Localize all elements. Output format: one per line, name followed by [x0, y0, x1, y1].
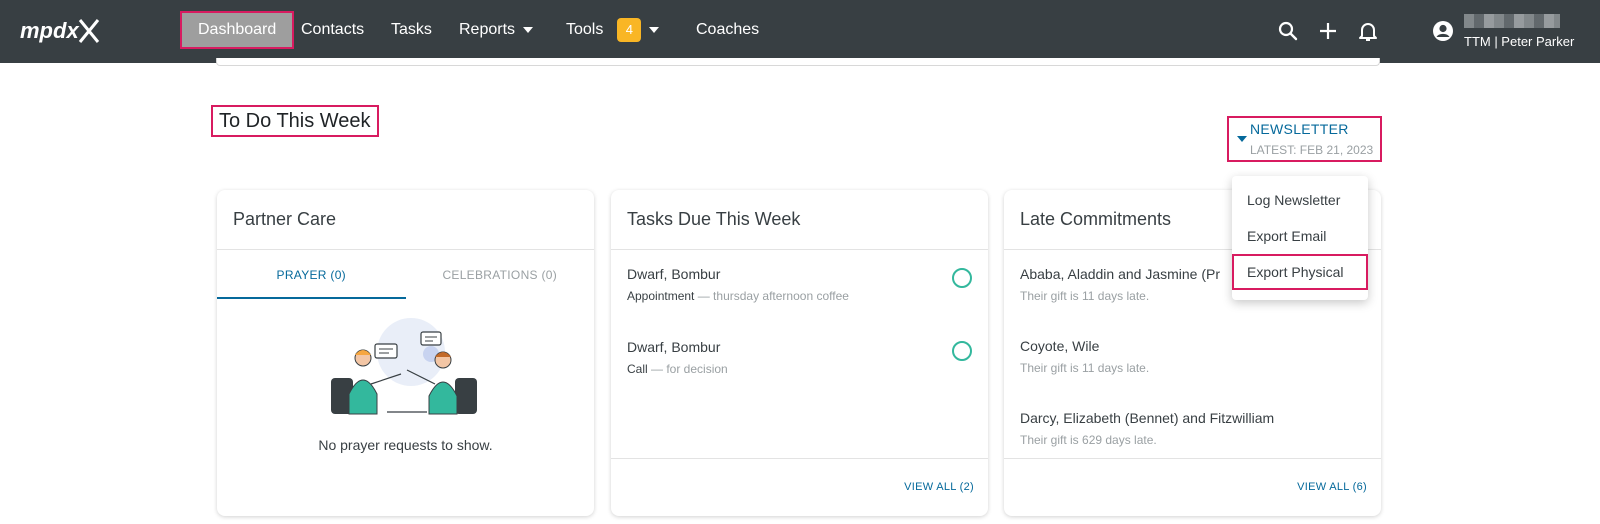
task-row[interactable]: Dwarf, Bombur Appointment — thursday aft… — [627, 266, 972, 326]
nav-reports[interactable]: Reports — [459, 11, 534, 49]
newsletter-menu: Log Newsletter Export Email Export Physi… — [1232, 176, 1368, 300]
caret-down-icon — [1237, 136, 1247, 142]
newsletter-latest-date: LATEST: FEB 21, 2023 — [1250, 143, 1374, 157]
complete-task-circle-icon[interactable] — [952, 341, 972, 361]
logo-mark-icon: mpdx — [20, 18, 100, 43]
card-title: Tasks Due This Week — [627, 209, 801, 229]
partner-care-tabs: PRAYER (0) CELEBRATIONS (0) — [217, 251, 594, 299]
late-status: Their gift is 11 days late. — [1020, 361, 1150, 375]
menu-item-export-physical[interactable]: Export Physical — [1232, 254, 1368, 290]
search-icon[interactable] — [1276, 19, 1300, 43]
empty-state-message: No prayer requests to show. — [318, 437, 493, 453]
user-menu[interactable]: TTM | Peter Parker — [1432, 12, 1592, 52]
page-section-title: To Do This Week — [211, 105, 379, 137]
task-contact-name[interactable]: Dwarf, Bombur — [627, 339, 720, 355]
menu-item-export-email[interactable]: Export Email — [1232, 218, 1368, 254]
nav-tasks[interactable]: Tasks — [391, 11, 432, 49]
account-circle-icon — [1433, 21, 1453, 41]
card-footer: VIEW ALL (6) — [1004, 458, 1381, 516]
tab-prayer[interactable]: PRAYER (0) — [217, 251, 406, 299]
complete-task-circle-icon[interactable] — [952, 268, 972, 288]
late-status: Their gift is 11 days late. — [1020, 289, 1150, 303]
previous-card-edge — [216, 58, 1380, 66]
task-row[interactable]: Dwarf, Bombur Call — for decision — [627, 339, 972, 399]
plus-icon[interactable] — [1316, 19, 1340, 43]
nav-dashboard[interactable]: Dashboard — [180, 11, 295, 49]
card-title: Partner Care — [233, 209, 337, 229]
contact-name[interactable]: Darcy, Elizabeth (Bennet) and Fitzwillia… — [1020, 410, 1274, 426]
commitment-row[interactable]: Coyote, Wile Their gift is 11 days late. — [1020, 338, 1365, 398]
contact-name[interactable]: Ababa, Aladdin and Jasmine (Pr — [1020, 266, 1220, 282]
card-footer: VIEW ALL (2) — [611, 458, 988, 516]
user-name: TTM | Peter Parker — [1464, 34, 1575, 49]
partner-care-card: Partner Care PRAYER (0) CELEBRATIONS (0)… — [217, 190, 594, 516]
tools-count-badge: 4 — [617, 17, 642, 42]
newsletter-button[interactable]: NEWSLETTER LATEST: FEB 21, 2023 — [1227, 116, 1382, 162]
nav-tools[interactable]: Tools 4 — [566, 11, 660, 49]
chevron-down-icon — [649, 26, 660, 33]
nav-coaches[interactable]: Coaches — [696, 11, 759, 49]
mpdx-logo[interactable]: mpdx — [20, 16, 104, 46]
conversation-illustration — [331, 318, 477, 415]
bell-icon[interactable] — [1356, 19, 1380, 43]
blurred-account-name — [1464, 14, 1560, 28]
tasks-due-card: Tasks Due This Week Dwarf, Bombur Appoin… — [611, 190, 988, 516]
svg-text:mpdx: mpdx — [20, 18, 79, 43]
task-contact-name[interactable]: Dwarf, Bombur — [627, 266, 720, 282]
menu-item-log-newsletter[interactable]: Log Newsletter — [1232, 182, 1368, 218]
late-status: Their gift is 629 days late. — [1020, 433, 1157, 447]
chevron-down-icon — [523, 26, 534, 33]
top-navbar: mpdx Dashboard Contacts Tasks Reports To… — [0, 0, 1600, 63]
task-description: Call — for decision — [627, 362, 728, 376]
contact-name[interactable]: Coyote, Wile — [1020, 338, 1099, 354]
card-title: Late Commitments — [1020, 209, 1172, 229]
nav-contacts[interactable]: Contacts — [301, 11, 364, 49]
view-all-tasks-link[interactable]: VIEW ALL (2) — [904, 481, 974, 493]
task-description: Appointment — thursday afternoon coffee — [627, 289, 849, 303]
card-header: Tasks Due This Week — [611, 190, 988, 250]
view-all-commitments-link[interactable]: VIEW ALL (6) — [1297, 481, 1367, 493]
tab-celebrations[interactable]: CELEBRATIONS (0) — [406, 251, 595, 299]
card-header: Partner Care — [217, 190, 594, 250]
newsletter-label: NEWSLETTER — [1250, 121, 1349, 137]
